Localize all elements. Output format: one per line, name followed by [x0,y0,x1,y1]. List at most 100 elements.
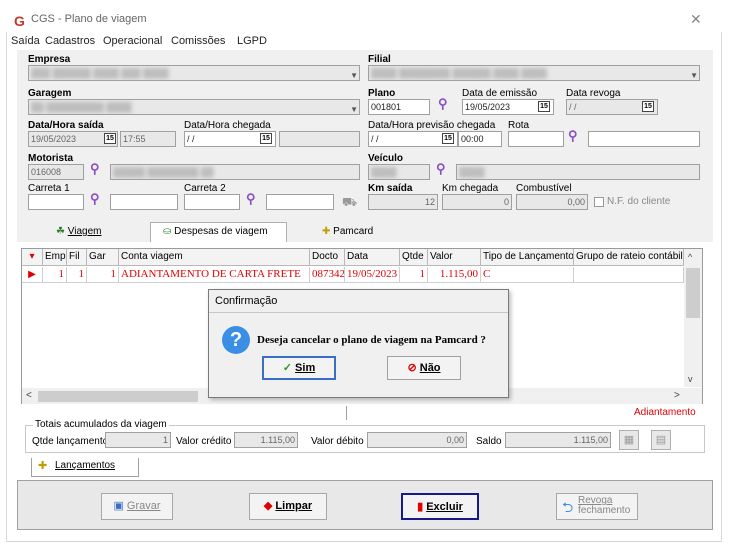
veiculo-placa-input[interactable]: ████ [456,164,700,180]
scroll-right-icon[interactable]: > [674,390,680,401]
data-emissao-label: Data de emissão [462,88,538,99]
veiculo-input[interactable]: ████ [368,164,430,180]
window-title: CGS - Plano de viagem [31,13,147,25]
grid-header-valor[interactable]: Valor [428,249,481,266]
cell-tipo[interactable]: C [481,267,574,283]
calendar-icon[interactable]: 15 [442,133,454,144]
vertical-scroll-thumb[interactable] [686,268,700,318]
empresa-select[interactable]: ███ ██████ ████ ███ ████ ▼ [28,65,360,81]
revoga-line2: fechamento [578,505,631,516]
chevron-down-icon: ▼ [350,71,358,80]
grid-header-fil[interactable]: Fil [67,249,87,266]
hora-saida-input[interactable]: 17:55 [120,131,176,147]
revoga-label: Revoga fechamento [578,496,630,516]
calendar-icon[interactable]: 15 [260,133,272,144]
calculator-icon[interactable]: ▦ [619,430,639,450]
rota-descricao-input[interactable] [588,131,700,147]
saldo-input[interactable]: 1.115,00 [505,432,611,448]
hora-chegada-input[interactable] [279,131,360,147]
excluir-button[interactable]: ▮ Excluir [401,493,479,520]
chevron-down-icon: ▼ [350,105,358,114]
rota-input[interactable] [508,131,564,147]
truck-icon[interactable]: ⛟ [342,195,357,211]
grid-header-emp[interactable]: Emp [43,249,67,266]
motorista-input[interactable]: 016008 [28,164,84,180]
scroll-up-icon[interactable]: ^ [688,252,692,262]
gravar-label: Gravar [126,500,161,512]
garagem-select[interactable]: ██ █████████ ████ ▼ [28,99,360,115]
nao-label: Não [419,362,441,374]
motorista-nome-input[interactable]: █████ ████████ ██ [110,164,360,180]
grid-header-conta[interactable]: Conta viagem [119,249,310,266]
carreta2-input[interactable] [184,194,240,210]
km-chegada-input[interactable]: 0 [442,194,512,210]
qtde-lancamento-input[interactable]: 1 [105,432,171,448]
menu-cadastros[interactable]: Cadastros [45,35,95,47]
veiculo-label: Veículo [368,153,404,164]
sim-button[interactable]: ✓ Sim [262,356,336,380]
grid-header-grupo-rateio[interactable]: Grupo de rateio contábil [574,249,684,266]
close-icon[interactable]: ✕ [690,11,702,28]
previsao-chegada-label: Data/Hora previsão chegada [368,120,496,131]
cell-docto[interactable]: 087342 [310,267,345,283]
limpar-button[interactable]: ◆ Limpar [249,493,327,520]
filial-select[interactable]: ████ ████████ ██████ ████ ████ ▼ [368,65,700,81]
carreta1-input[interactable] [28,194,84,210]
grid-header-qtde[interactable]: Qtde [400,249,428,266]
sim-label: Sim [295,362,316,374]
tab-pamcard[interactable]: ✚ Pamcard [322,226,373,237]
plano-search-icon[interactable]: ⚲ [438,96,448,112]
scroll-down-icon[interactable]: v [688,374,693,384]
carreta2-search-icon[interactable]: ⚲ [246,191,256,207]
combustivel-input[interactable]: 0,00 [516,194,588,210]
undo-icon: ⮌ [562,499,574,515]
tab-viagem-label: Viagem [67,226,102,237]
carreta1-descricao-input[interactable] [110,194,178,210]
grid-header-data[interactable]: Data [345,249,400,266]
valor-debito-input[interactable]: 0,00 [367,432,467,448]
saldo-label: Saldo [476,436,502,447]
grid-header-tipo[interactable]: Tipo de Lançamento [481,249,574,266]
cell-qtde[interactable]: 1 [400,267,428,283]
tab-despesas[interactable]: ⛀ Despesas de viagem [163,226,268,237]
nao-button[interactable]: ⊘ Não [387,356,461,380]
calendar-icon[interactable]: 15 [104,133,116,144]
horizontal-scroll-thumb[interactable] [38,391,198,402]
menu-operacional[interactable]: Operacional [103,35,162,47]
chevron-down-icon: ▼ [690,71,698,80]
km-saida-input[interactable]: 12 [368,194,438,210]
gravar-button[interactable]: ▣ Gravar [101,493,173,520]
nf-cliente-checkbox[interactable] [594,197,604,207]
previsao-hora-input[interactable]: 00:00 [458,131,502,147]
data-hora-chegada-label: Data/Hora chegada [184,120,271,131]
row-indicator-icon[interactable]: ▶ [22,267,43,283]
cell-valor[interactable]: 1.115,00 [428,267,481,283]
calendar-icon[interactable]: 15 [642,101,654,112]
cell-emp[interactable]: 1 [43,267,67,283]
menu-lgpd[interactable]: LGPD [237,35,267,47]
plano-input[interactable]: 001801 [368,99,430,115]
tab-viagem[interactable]: ☘ Viagem [56,226,101,237]
valor-credito-label: Valor crédito [176,436,232,447]
grid-header-gar[interactable]: Gar [87,249,119,266]
cell-fil[interactable]: 1 [67,267,87,283]
menu-comissoes[interactable]: Comissões [171,35,225,47]
carreta1-search-icon[interactable]: ⚲ [90,191,100,207]
cell-conta[interactable]: ADIANTAMENTO DE CARTA FRETE [119,267,310,283]
grid-header-indicator[interactable]: ▾ [22,249,43,266]
calendar-icon[interactable]: 15 [538,101,550,112]
valor-credito-input[interactable]: 1.115,00 [234,432,298,448]
document-icon[interactable]: ▤ [651,430,671,450]
motorista-search-icon[interactable]: ⚲ [90,161,100,177]
cell-gar[interactable]: 1 [87,267,119,283]
plano-label: Plano [368,88,396,99]
carreta2-descricao-input[interactable] [266,194,334,210]
grid-header-docto[interactable]: Docto [310,249,345,266]
tab-pamcard-label: Pamcard [333,226,374,237]
scroll-left-icon[interactable]: < [26,390,32,401]
cell-data[interactable]: 19/05/2023 [345,267,400,283]
menu-saida[interactable]: Saída [11,35,40,47]
rota-search-icon[interactable]: ⚲ [568,128,578,144]
veiculo-search-icon[interactable]: ⚲ [436,161,446,177]
cell-grupo-rateio[interactable] [574,267,684,283]
